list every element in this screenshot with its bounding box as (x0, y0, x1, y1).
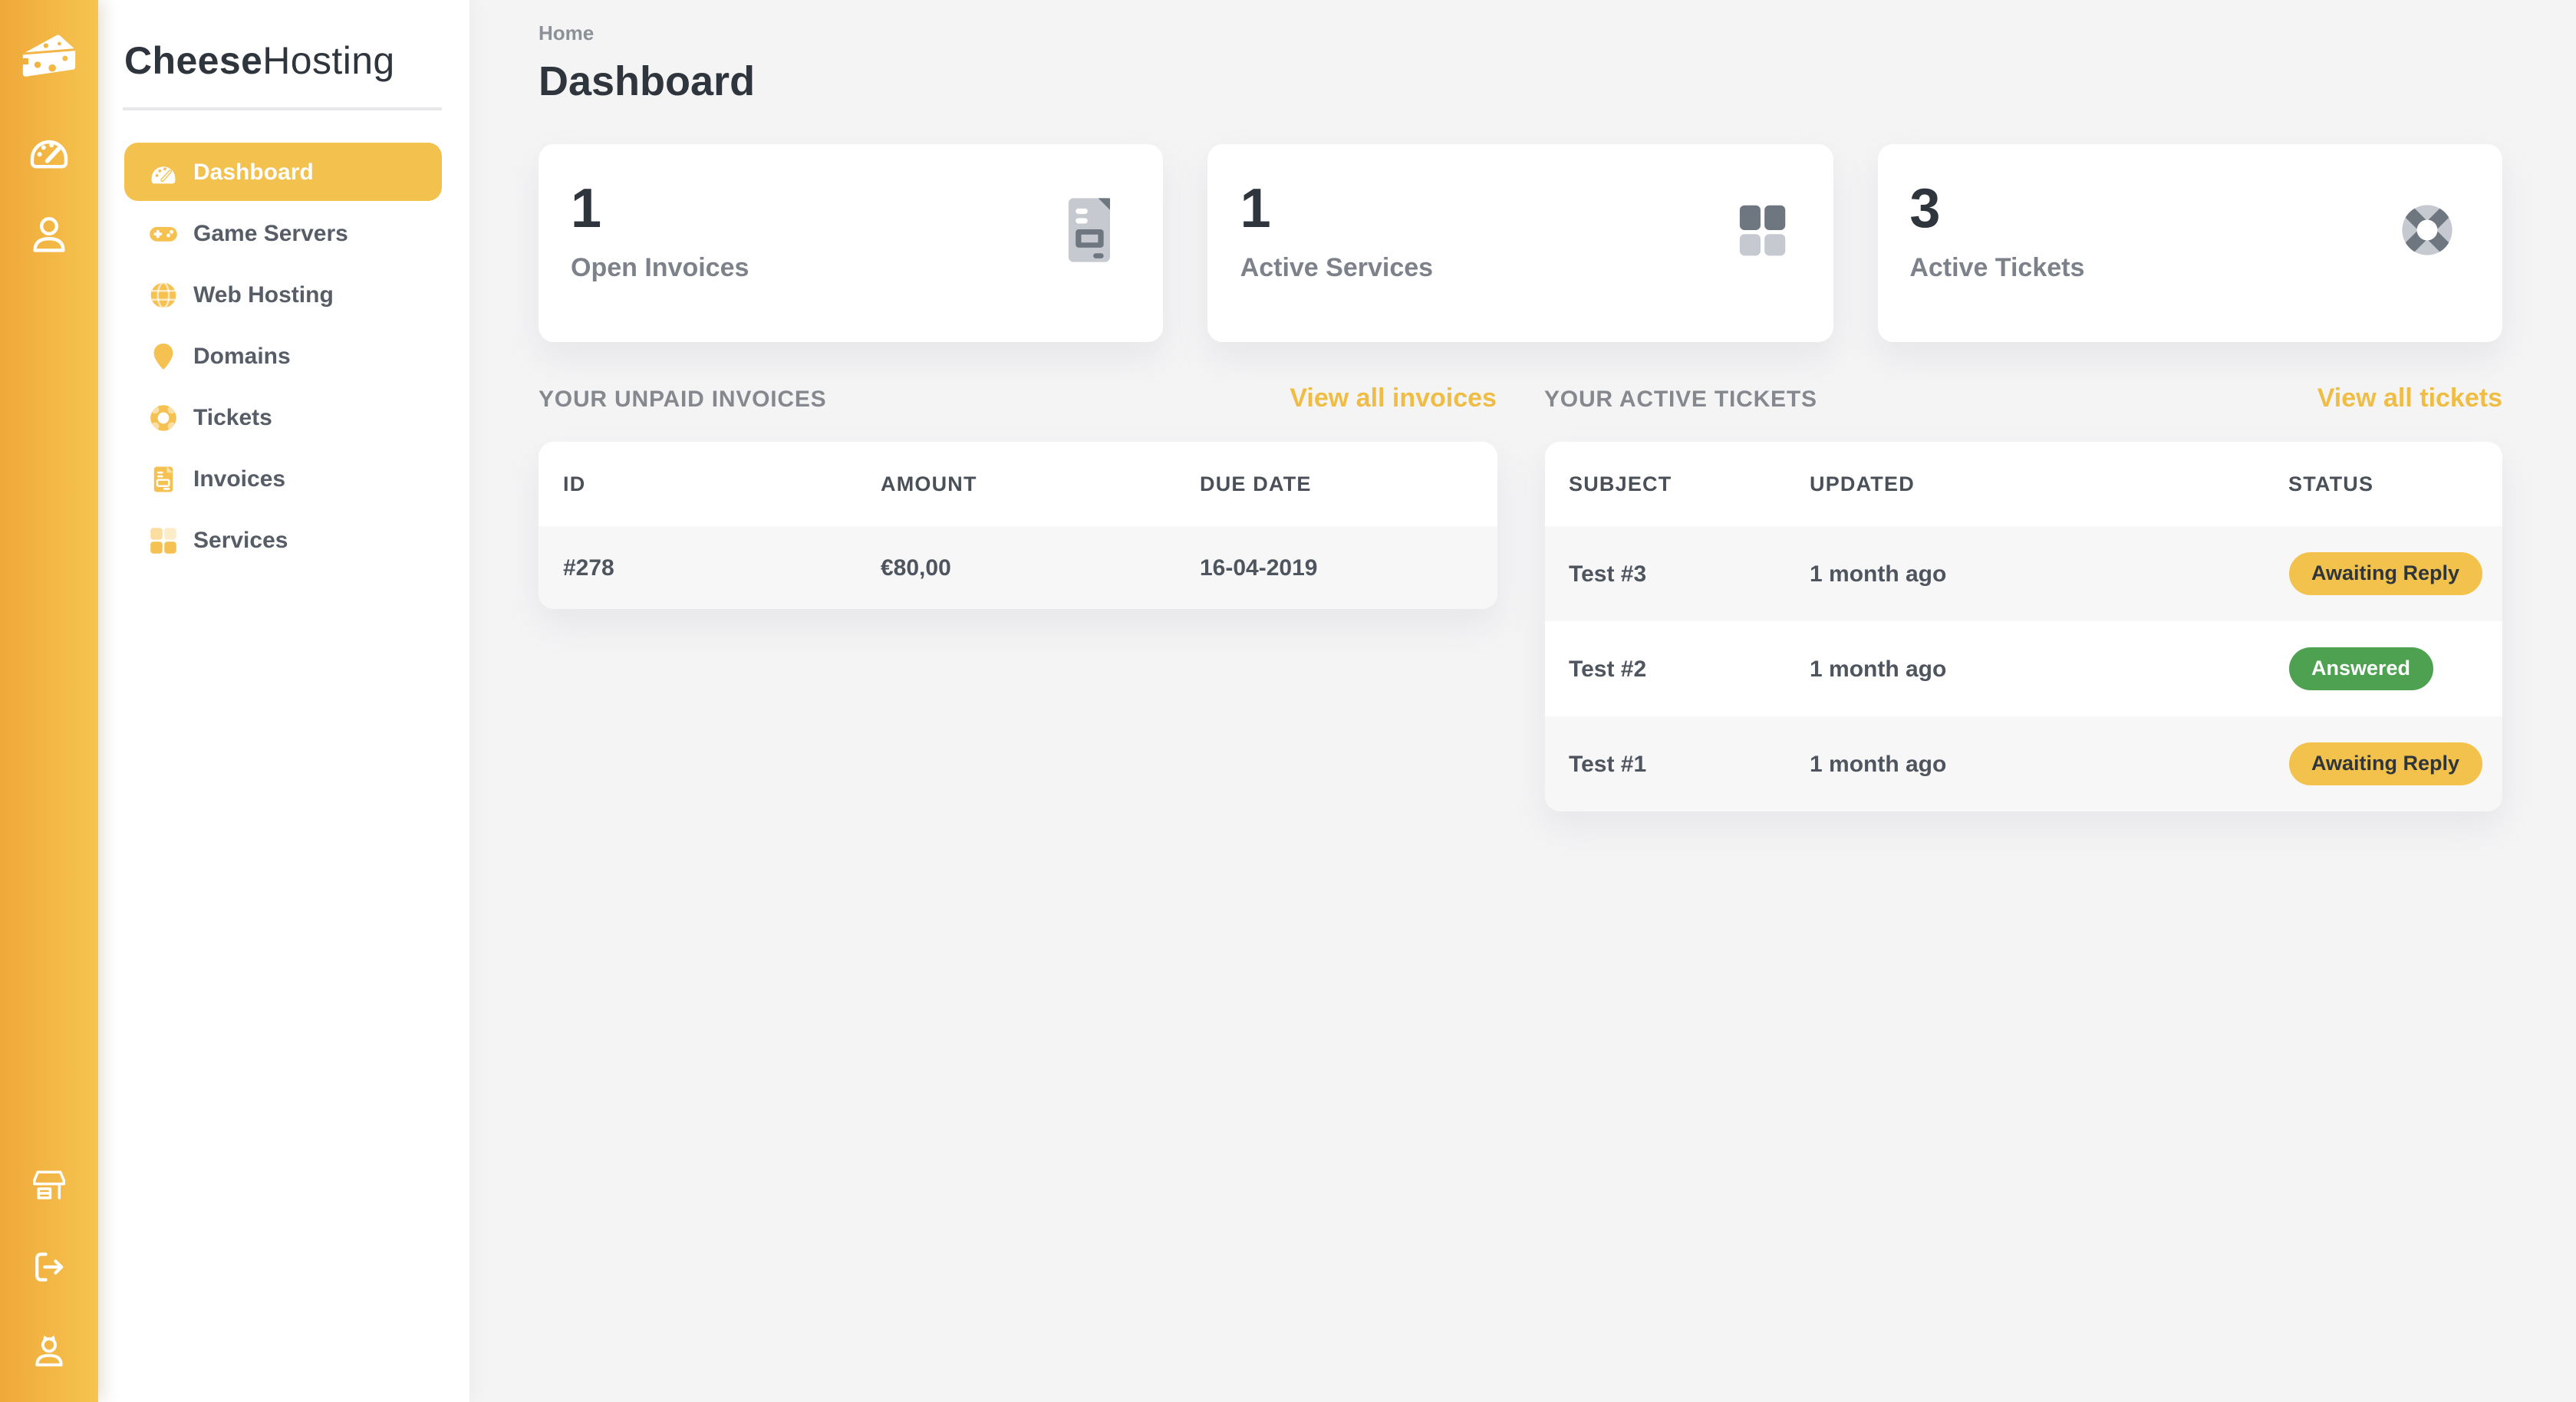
app-window: CheeseHosting Dashboard (0, 0, 2576, 1402)
sidebar-item-invoices[interactable]: Invoices (124, 449, 442, 508)
icon-rail (0, 0, 98, 1402)
unpaid-invoices-section: YOUR UNPAID INVOICES View all invoices I… (539, 383, 1497, 811)
active-tickets-title: YOUR ACTIVE TICKETS (1544, 387, 1817, 413)
ticket-updated: 1 month ago (1810, 561, 2288, 587)
ticket-row[interactable]: Test #3 1 month ago Awaiting Reply (1544, 526, 2502, 621)
invoice-id: #278 (563, 555, 881, 581)
store-icon[interactable] (18, 1154, 80, 1215)
ticket-subject: Test #2 (1569, 656, 1810, 682)
column-header-subject: SUBJECT (1569, 472, 1810, 495)
dashboard-gauge-icon[interactable] (18, 120, 80, 181)
column-header-amount: AMOUNT (881, 472, 1200, 495)
grid-icon (1722, 192, 1799, 276)
column-header-updated: UPDATED (1810, 472, 2288, 495)
status-badge: Awaiting Reply (2288, 552, 2482, 595)
stat-label: Active Tickets (1909, 253, 2084, 284)
stat-label: Active Services (1240, 253, 1433, 284)
tickets-table: SUBJECT UPDATED STATUS Test #3 1 month a… (1544, 442, 2502, 811)
invoice-icon (1053, 192, 1130, 276)
invoices-table-header: ID AMOUNT DUE DATE (539, 442, 1497, 526)
life-ring-icon (147, 401, 180, 433)
unpaid-invoices-title: YOUR UNPAID INVOICES (539, 387, 827, 413)
stat-value: 1 (571, 178, 749, 239)
sign-out-icon[interactable] (18, 1236, 80, 1298)
stat-card-active-services: 1 Active Services (1208, 144, 1833, 342)
sidebar-item-services[interactable]: Services (124, 511, 442, 569)
view-all-tickets-link[interactable]: View all tickets (2317, 383, 2502, 414)
breadcrumb[interactable]: Home (539, 21, 2502, 46)
sidebar-item-dashboard[interactable]: Dashboard (124, 143, 442, 201)
sidebar-item-domains[interactable]: Domains (124, 327, 442, 385)
user-icon[interactable] (18, 202, 80, 264)
support-agent-icon[interactable] (18, 1319, 80, 1381)
cheese-logo-icon[interactable] (18, 25, 80, 86)
sidebar-item-label: Services (193, 527, 288, 553)
view-all-invoices-link[interactable]: View all invoices (1290, 383, 1497, 414)
column-header-id: ID (563, 472, 881, 495)
stats-row: 1 Open Invoices (539, 144, 2502, 342)
sidebar-item-label: Game Servers (193, 220, 348, 246)
ticket-subject: Test #1 (1569, 751, 1810, 777)
stat-value: 3 (1909, 178, 2084, 239)
status-badge: Awaiting Reply (2288, 742, 2482, 785)
stat-card-open-invoices: 1 Open Invoices (539, 144, 1164, 342)
brand-light: Hosting (262, 40, 394, 83)
sidebar-item-label: Invoices (193, 466, 285, 492)
ticket-row[interactable]: Test #1 1 month ago Awaiting Reply (1544, 716, 2502, 811)
invoices-table: ID AMOUNT DUE DATE #278 €80,00 16-04-201… (539, 442, 1497, 609)
gamepad-icon (147, 217, 180, 249)
brand-logo: CheeseHosting (98, 0, 469, 84)
ticket-updated: 1 month ago (1810, 751, 2288, 777)
sidebar-menu: Dashboard Game Servers (98, 110, 469, 572)
map-marker-icon (147, 340, 180, 372)
lifebuoy-icon (2386, 189, 2469, 279)
sidebar-item-tickets[interactable]: Tickets (124, 388, 442, 446)
stat-card-active-tickets: 3 Active Tickets (1877, 144, 2502, 342)
page-title: Dashboard (539, 55, 2502, 107)
stat-label: Open Invoices (571, 253, 749, 284)
sidebar-item-label: Dashboard (193, 159, 314, 185)
gauge-icon (147, 156, 180, 188)
tickets-table-header: SUBJECT UPDATED STATUS (1544, 442, 2502, 526)
status-badge: Answered (2288, 647, 2433, 690)
sections-row: YOUR UNPAID INVOICES View all invoices I… (539, 383, 2502, 811)
sidebar-item-label: Tickets (193, 404, 272, 430)
ticket-subject: Test #3 (1569, 561, 1810, 587)
active-tickets-section: YOUR ACTIVE TICKETS View all tickets SUB… (1544, 383, 2502, 811)
sidebar-item-web-hosting[interactable]: Web Hosting (124, 265, 442, 324)
invoice-amount: €80,00 (881, 555, 1200, 581)
ticket-row[interactable]: Test #2 1 month ago Answered (1544, 621, 2502, 716)
main-content: Home Dashboard 1 Open Invoices (469, 0, 2576, 1402)
file-invoice-icon (147, 462, 180, 495)
column-header-due-date: DUE DATE (1200, 472, 1497, 495)
grid-icon (147, 524, 180, 556)
invoice-due-date: 16-04-2019 (1200, 555, 1497, 581)
globe-icon (147, 278, 180, 311)
sidebar-item-label: Web Hosting (193, 281, 334, 308)
brand-bold: Cheese (124, 40, 262, 83)
stat-value: 1 (1240, 178, 1433, 239)
ticket-updated: 1 month ago (1810, 656, 2288, 682)
sidebar: CheeseHosting Dashboard (98, 0, 469, 1402)
sidebar-item-label: Domains (193, 343, 291, 369)
sidebar-item-game-servers[interactable]: Game Servers (124, 204, 442, 262)
column-header-status: STATUS (2288, 472, 2502, 495)
invoice-row[interactable]: #278 €80,00 16-04-2019 (539, 526, 1497, 609)
